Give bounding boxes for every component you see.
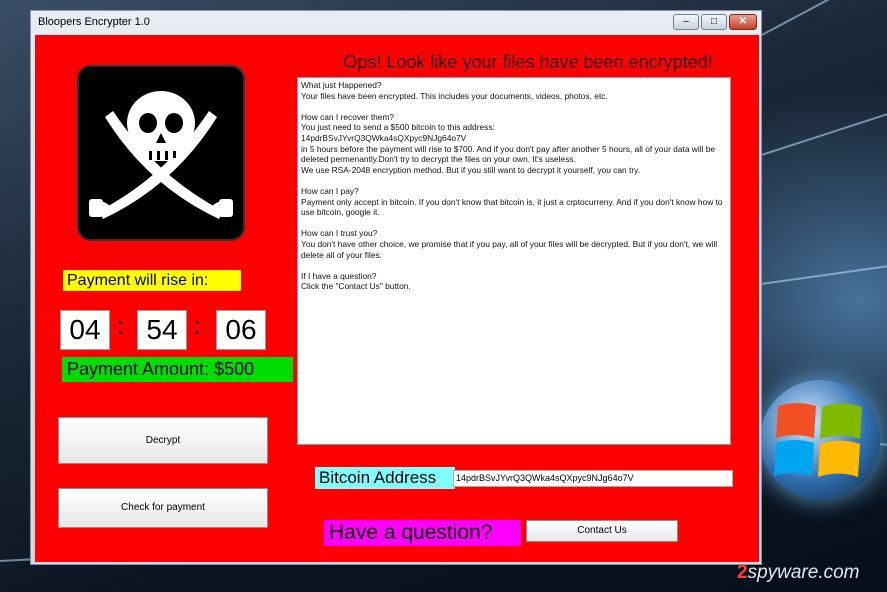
watermark-prefix: 2: [737, 562, 748, 583]
note-paragraph: If I have a question? Click the "Contact…: [301, 270, 411, 292]
minimize-button[interactable]: –: [673, 14, 699, 30]
timer-minutes: 54: [137, 310, 187, 350]
timer-hours: 04: [60, 310, 110, 350]
contact-us-button[interactable]: Contact Us: [526, 520, 678, 542]
bitcoin-address-label: Bitcoin Address: [315, 467, 455, 489]
windows-logo-icon: [760, 380, 880, 500]
minimize-icon: –: [683, 16, 689, 27]
ransom-note-text[interactable]: What just Happened? Your files have been…: [297, 77, 731, 445]
watermark-suffix: .com: [818, 562, 860, 583]
timer-separator: :: [117, 313, 124, 340]
decrypt-button[interactable]: Decrypt: [58, 417, 268, 464]
check-payment-button[interactable]: Check for payment: [58, 488, 268, 528]
maximize-icon: □: [710, 16, 718, 27]
watermark-text: spyware: [747, 562, 819, 583]
question-label: Have a question?: [324, 520, 521, 546]
page-title: Ops! Look like your files have been encr…: [343, 52, 713, 72]
close-button[interactable]: ✕: [729, 14, 757, 30]
client-area: Ops! Look like your files have been encr…: [35, 35, 759, 562]
window-title: Bloopers Encrypter 1.0: [38, 16, 150, 28]
bitcoin-address-field[interactable]: 14pdrBSvJYvrQ3QWka4sQXpyc9NJg64o7V: [453, 470, 733, 487]
timer-seconds: 06: [216, 310, 266, 350]
timer-label: Payment will rise in:: [63, 270, 241, 291]
close-icon: ✕: [738, 16, 748, 27]
note-paragraph: What just Happened? Your files have been…: [301, 80, 608, 101]
timer-separator: :: [194, 313, 201, 340]
ransomware-window: Bloopers Encrypter 1.0 – □ ✕ Ops! Look l…: [30, 10, 762, 565]
skull-crossed-swords-icon: [77, 65, 245, 241]
note-paragraph: How can I trust you? You don't have othe…: [301, 228, 718, 260]
title-bar[interactable]: Bloopers Encrypter 1.0 – □ ✕: [31, 11, 761, 35]
maximize-button[interactable]: □: [701, 14, 727, 30]
note-paragraph: How can I pay? Payment only accept in bi…: [301, 185, 723, 218]
payment-amount: Payment Amount: $500: [62, 357, 293, 382]
watermark: 2spyware.com: [737, 562, 860, 584]
note-paragraph: How can I recover them? You just need to…: [301, 111, 716, 175]
